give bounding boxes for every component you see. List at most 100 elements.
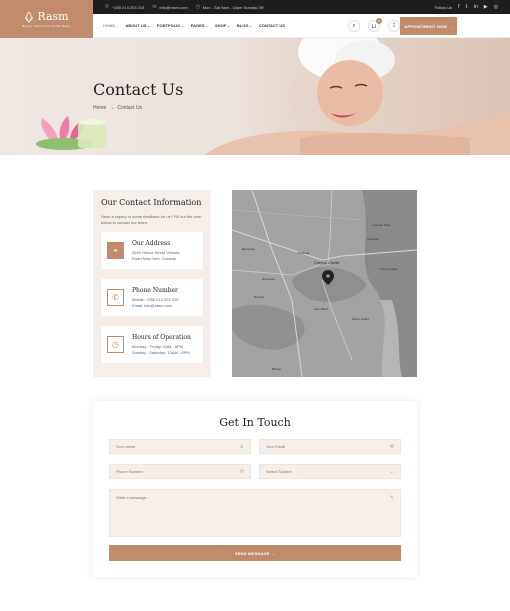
form-title: Get In Touch <box>219 416 291 429</box>
phone-title: Phone Number <box>132 286 178 294</box>
phone-field[interactable]: Phone Number ✆ <box>109 464 251 479</box>
pencil-icon: ✎ <box>389 495 394 501</box>
page-hero: Contact Us Home → Contact Us <box>0 38 510 155</box>
main-nav: HOME ⌄ ABOUT US ⌄ PORTFOLIO ⌄ PAGES ⌄ SHOP ⌄ … <box>103 23 285 28</box>
hero-background-image <box>36 38 510 155</box>
map-place-label: Portland <box>298 251 310 255</box>
twitter-icon[interactable]: 𝕥 <box>466 4 468 10</box>
phone-mobile[interactable]: Mobile: +255 214 203 215 <box>132 297 178 303</box>
map-place-label: Port Aransas <box>380 267 398 271</box>
nav-item-label: ABOUT US <box>125 23 147 28</box>
address-title: Our Address <box>132 239 171 247</box>
breadcrumb-home[interactable]: Home <box>93 105 106 111</box>
lotus-logo-icon <box>25 10 34 23</box>
map-place-label: Ingleside <box>367 237 379 241</box>
nav-item-about[interactable]: ABOUT US ⌄ <box>126 23 150 28</box>
mail-icon: ✉ <box>389 443 394 450</box>
phone-icon: ✆ <box>107 289 124 306</box>
hours-box: ◷ Hours of Operation Monday - Friday: 9A… <box>101 326 203 363</box>
facebook-icon[interactable]: f <box>458 4 459 10</box>
contact-info-card: Our Contact Information Have a inquiry o… <box>93 190 211 377</box>
hours-line-2: Sunday - Saturday: 10AM - 6PM <box>132 349 190 355</box>
hours-line-1: Monday - Friday: 9AM - 8PM <box>132 343 184 349</box>
linkedin-icon[interactable]: in <box>474 4 478 10</box>
page-title: Contact Us <box>93 80 184 99</box>
map-city-label: Corpus Christi <box>314 260 339 265</box>
map-place-label: Banquete <box>242 247 255 251</box>
cart-button[interactable]: ⊔ 0 <box>368 18 382 32</box>
site-logo[interactable]: Rasm Beauty Spa Center & Nail Salon <box>0 0 93 38</box>
main-nav-bar: HOME ⌄ ABOUT US ⌄ PORTFOLIO ⌄ PAGES ⌄ SHOP ⌄ … <box>93 14 510 38</box>
message-placeholder: Write a message... <box>116 495 150 500</box>
search-icon: ⌕ <box>352 22 356 29</box>
chevron-down-icon: ⌄ <box>116 23 119 28</box>
chevron-down-icon: ⌄ <box>147 23 150 28</box>
map-place-label: Robstown <box>262 277 276 281</box>
address-line-1: 2690 Hilona Street Victoria <box>132 249 180 255</box>
brand-tagline: Beauty Spa Center & Nail Salon <box>22 24 71 28</box>
contact-info-title: Our Contact Information <box>101 198 202 207</box>
map-place-label: Bishop <box>272 367 282 371</box>
nav-item-home[interactable]: HOME ⌄ <box>103 23 119 28</box>
search-button[interactable]: ⌕ <box>348 20 360 32</box>
chevron-down-icon: ⌄ <box>389 468 394 475</box>
breadcrumb-current: Contact Us <box>117 105 143 111</box>
phone-email[interactable]: Email: info@rasm.com <box>132 303 178 309</box>
map-place-label: Flour Bluff <box>314 307 328 311</box>
chevron-down-icon: ⌄ <box>181 23 184 28</box>
location-map[interactable]: Corpus Christi Portland Ingleside Aransa… <box>232 190 417 377</box>
topbar-email[interactable]: ✉ Info@rasm.com <box>152 3 188 10</box>
phone-placeholder: Phone Number <box>116 469 143 474</box>
nav-item-label: SHOP <box>215 23 227 28</box>
send-message-button[interactable]: SEND MESSAGE → <box>109 545 401 561</box>
appointment-button[interactable]: APPOINTMENT NOW → <box>400 17 457 35</box>
contact-info-intro: Have a inquiry or some feedback for us? … <box>101 214 202 225</box>
map-place-label: Aransas Pass <box>372 223 391 227</box>
clock-icon: ◷ <box>195 3 201 10</box>
nav-item-label: PAGES <box>190 23 205 28</box>
contact-form-card: Get In Touch Your name ♙ Your Email ✉ Ph… <box>93 401 417 577</box>
email-field[interactable]: Your Email ✉ <box>259 439 401 454</box>
nav-item-blog[interactable]: BLOG ⌄ <box>237 23 252 28</box>
map-graphic: Corpus Christi Portland Ingleside Aransa… <box>232 190 417 377</box>
cart-count-badge: 0 <box>376 18 382 24</box>
nav-item-portfolio[interactable]: PORTFOLIO ⌄ <box>157 23 184 28</box>
subject-placeholder: Select Subject <box>266 469 292 474</box>
nav-item-label: BLOG <box>236 23 249 28</box>
chevron-down-icon: ⌄ <box>227 23 230 28</box>
grid-icon: ⁞⁞ <box>392 23 396 29</box>
phone-icon: ✆ <box>105 3 110 10</box>
user-icon: ♙ <box>239 443 244 450</box>
mail-icon: ✉ <box>152 3 157 10</box>
cart-icon: ⊔ <box>371 23 377 30</box>
address-line-2: Road New York, Canada <box>132 255 176 261</box>
menu-grid-button[interactable]: ⁞⁞ <box>388 20 400 32</box>
nav-item-pages[interactable]: PAGES ⌄ <box>191 23 208 28</box>
nav-item-label: HOME <box>103 23 115 28</box>
location-pin-icon: ⌖ <box>107 242 124 259</box>
brand-name: Rasm <box>37 10 69 23</box>
map-place-label: Padre Island <box>352 317 369 321</box>
topbar-phone[interactable]: ✆ +255 214 203 215 <box>105 3 145 10</box>
top-bar: ✆ +255 214 203 215 ✉ Info@rasm.com ◷ Mon… <box>93 0 510 14</box>
topbar-phone-text: +255 214 203 215 <box>112 4 145 10</box>
youtube-icon[interactable]: ▶ <box>484 4 488 10</box>
nav-item-contact[interactable]: CONTACT US <box>259 23 285 28</box>
arrow-right-icon: → <box>109 105 115 111</box>
clock-icon: ◷ <box>107 336 124 353</box>
hours-title: Hours of Operation <box>132 333 191 341</box>
phone-icon: ✆ <box>239 468 244 475</box>
topbar-email-text: Info@rasm.com <box>159 4 188 10</box>
subject-select[interactable]: Select Subject ⌄ <box>259 464 401 479</box>
chevron-down-icon: ⌄ <box>205 23 209 28</box>
breadcrumb: Home → Contact Us <box>93 105 142 111</box>
address-box: ⌖ Our Address 2690 Hilona Street Victori… <box>101 232 203 269</box>
message-textarea[interactable]: Write a message... ✎ <box>109 489 401 537</box>
phone-box: ✆ Phone Number Mobile: +255 214 203 215 … <box>101 279 203 316</box>
name-field[interactable]: Your name ♙ <box>109 439 251 454</box>
nav-item-shop[interactable]: SHOP ⌄ <box>215 23 230 28</box>
map-place-label: Driscoll <box>254 295 264 299</box>
topbar-hours: ◷ Mon - Sat 9am - 10pm Sunday Off <box>195 3 264 10</box>
instagram-icon[interactable]: ◎ <box>494 4 498 10</box>
topbar-hours-text: Mon - Sat 9am - 10pm Sunday Off <box>202 4 264 10</box>
